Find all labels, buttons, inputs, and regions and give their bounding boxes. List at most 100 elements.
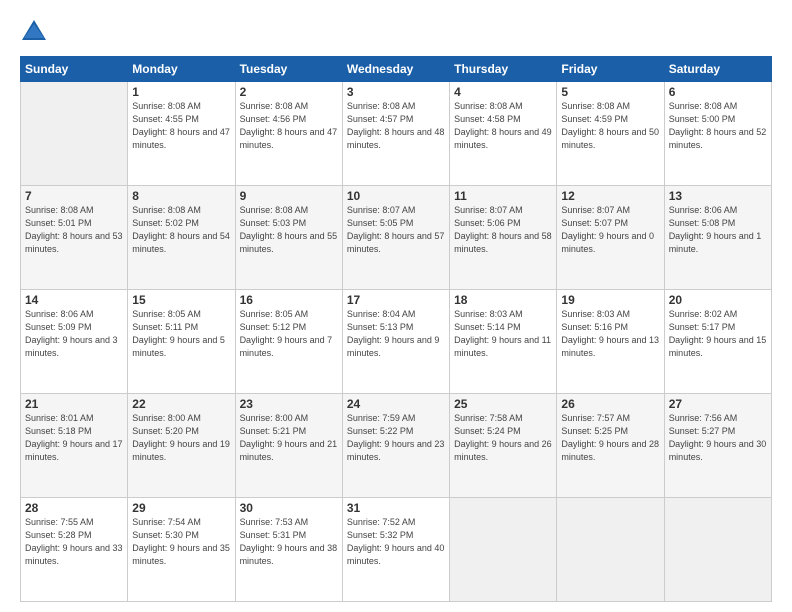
calendar-cell: 24Sunrise: 7:59 AMSunset: 5:22 PMDayligh… xyxy=(342,394,449,498)
calendar-cell: 19Sunrise: 8:03 AMSunset: 5:16 PMDayligh… xyxy=(557,290,664,394)
day-number: 31 xyxy=(347,501,445,515)
weekday-header-row: SundayMondayTuesdayWednesdayThursdayFrid… xyxy=(21,57,772,82)
calendar-cell: 5Sunrise: 8:08 AMSunset: 4:59 PMDaylight… xyxy=(557,82,664,186)
calendar-cell: 25Sunrise: 7:58 AMSunset: 5:24 PMDayligh… xyxy=(450,394,557,498)
day-info: Sunrise: 8:08 AMSunset: 4:55 PMDaylight:… xyxy=(132,100,230,152)
day-number: 30 xyxy=(240,501,338,515)
calendar-cell: 30Sunrise: 7:53 AMSunset: 5:31 PMDayligh… xyxy=(235,498,342,602)
day-info: Sunrise: 8:03 AMSunset: 5:14 PMDaylight:… xyxy=(454,308,552,360)
day-number: 22 xyxy=(132,397,230,411)
day-info: Sunrise: 8:07 AMSunset: 5:06 PMDaylight:… xyxy=(454,204,552,256)
day-info: Sunrise: 8:08 AMSunset: 4:56 PMDaylight:… xyxy=(240,100,338,152)
calendar-cell: 13Sunrise: 8:06 AMSunset: 5:08 PMDayligh… xyxy=(664,186,771,290)
calendar-cell: 29Sunrise: 7:54 AMSunset: 5:30 PMDayligh… xyxy=(128,498,235,602)
day-info: Sunrise: 8:06 AMSunset: 5:09 PMDaylight:… xyxy=(25,308,123,360)
day-number: 26 xyxy=(561,397,659,411)
day-number: 29 xyxy=(132,501,230,515)
weekday-saturday: Saturday xyxy=(664,57,771,82)
day-info: Sunrise: 8:06 AMSunset: 5:08 PMDaylight:… xyxy=(669,204,767,256)
day-info: Sunrise: 8:08 AMSunset: 4:57 PMDaylight:… xyxy=(347,100,445,152)
calendar-cell: 8Sunrise: 8:08 AMSunset: 5:02 PMDaylight… xyxy=(128,186,235,290)
calendar-cell: 31Sunrise: 7:52 AMSunset: 5:32 PMDayligh… xyxy=(342,498,449,602)
day-number: 13 xyxy=(669,189,767,203)
calendar-week-row: 28Sunrise: 7:55 AMSunset: 5:28 PMDayligh… xyxy=(21,498,772,602)
day-info: Sunrise: 8:07 AMSunset: 5:05 PMDaylight:… xyxy=(347,204,445,256)
day-number: 3 xyxy=(347,85,445,99)
day-number: 2 xyxy=(240,85,338,99)
calendar-page: SundayMondayTuesdayWednesdayThursdayFrid… xyxy=(0,0,792,612)
calendar-cell: 1Sunrise: 8:08 AMSunset: 4:55 PMDaylight… xyxy=(128,82,235,186)
calendar-cell: 22Sunrise: 8:00 AMSunset: 5:20 PMDayligh… xyxy=(128,394,235,498)
calendar-table: SundayMondayTuesdayWednesdayThursdayFrid… xyxy=(20,56,772,602)
day-number: 28 xyxy=(25,501,123,515)
day-number: 21 xyxy=(25,397,123,411)
day-info: Sunrise: 8:04 AMSunset: 5:13 PMDaylight:… xyxy=(347,308,445,360)
day-info: Sunrise: 8:08 AMSunset: 5:03 PMDaylight:… xyxy=(240,204,338,256)
day-info: Sunrise: 8:05 AMSunset: 5:11 PMDaylight:… xyxy=(132,308,230,360)
day-info: Sunrise: 7:52 AMSunset: 5:32 PMDaylight:… xyxy=(347,516,445,568)
calendar-cell: 6Sunrise: 8:08 AMSunset: 5:00 PMDaylight… xyxy=(664,82,771,186)
weekday-wednesday: Wednesday xyxy=(342,57,449,82)
calendar-cell: 17Sunrise: 8:04 AMSunset: 5:13 PMDayligh… xyxy=(342,290,449,394)
day-number: 24 xyxy=(347,397,445,411)
day-number: 6 xyxy=(669,85,767,99)
calendar-cell: 14Sunrise: 8:06 AMSunset: 5:09 PMDayligh… xyxy=(21,290,128,394)
calendar-cell: 10Sunrise: 8:07 AMSunset: 5:05 PMDayligh… xyxy=(342,186,449,290)
calendar-week-row: 1Sunrise: 8:08 AMSunset: 4:55 PMDaylight… xyxy=(21,82,772,186)
day-info: Sunrise: 8:01 AMSunset: 5:18 PMDaylight:… xyxy=(25,412,123,464)
calendar-cell: 20Sunrise: 8:02 AMSunset: 5:17 PMDayligh… xyxy=(664,290,771,394)
calendar-cell: 9Sunrise: 8:08 AMSunset: 5:03 PMDaylight… xyxy=(235,186,342,290)
calendar-cell xyxy=(450,498,557,602)
day-number: 8 xyxy=(132,189,230,203)
day-info: Sunrise: 8:07 AMSunset: 5:07 PMDaylight:… xyxy=(561,204,659,256)
calendar-cell: 23Sunrise: 8:00 AMSunset: 5:21 PMDayligh… xyxy=(235,394,342,498)
day-info: Sunrise: 8:03 AMSunset: 5:16 PMDaylight:… xyxy=(561,308,659,360)
day-number: 18 xyxy=(454,293,552,307)
calendar-cell: 27Sunrise: 7:56 AMSunset: 5:27 PMDayligh… xyxy=(664,394,771,498)
calendar-week-row: 7Sunrise: 8:08 AMSunset: 5:01 PMDaylight… xyxy=(21,186,772,290)
calendar-cell: 15Sunrise: 8:05 AMSunset: 5:11 PMDayligh… xyxy=(128,290,235,394)
day-number: 10 xyxy=(347,189,445,203)
day-number: 7 xyxy=(25,189,123,203)
weekday-tuesday: Tuesday xyxy=(235,57,342,82)
calendar-cell: 3Sunrise: 8:08 AMSunset: 4:57 PMDaylight… xyxy=(342,82,449,186)
calendar-cell: 28Sunrise: 7:55 AMSunset: 5:28 PMDayligh… xyxy=(21,498,128,602)
day-number: 23 xyxy=(240,397,338,411)
day-number: 4 xyxy=(454,85,552,99)
day-info: Sunrise: 8:08 AMSunset: 5:01 PMDaylight:… xyxy=(25,204,123,256)
calendar-week-row: 21Sunrise: 8:01 AMSunset: 5:18 PMDayligh… xyxy=(21,394,772,498)
calendar-cell: 18Sunrise: 8:03 AMSunset: 5:14 PMDayligh… xyxy=(450,290,557,394)
calendar-cell xyxy=(664,498,771,602)
calendar-cell: 11Sunrise: 8:07 AMSunset: 5:06 PMDayligh… xyxy=(450,186,557,290)
day-info: Sunrise: 7:56 AMSunset: 5:27 PMDaylight:… xyxy=(669,412,767,464)
day-info: Sunrise: 7:55 AMSunset: 5:28 PMDaylight:… xyxy=(25,516,123,568)
day-number: 19 xyxy=(561,293,659,307)
calendar-cell: 2Sunrise: 8:08 AMSunset: 4:56 PMDaylight… xyxy=(235,82,342,186)
day-number: 1 xyxy=(132,85,230,99)
calendar-cell: 12Sunrise: 8:07 AMSunset: 5:07 PMDayligh… xyxy=(557,186,664,290)
calendar-cell xyxy=(557,498,664,602)
day-info: Sunrise: 8:00 AMSunset: 5:21 PMDaylight:… xyxy=(240,412,338,464)
calendar-cell xyxy=(21,82,128,186)
calendar-week-row: 14Sunrise: 8:06 AMSunset: 5:09 PMDayligh… xyxy=(21,290,772,394)
day-number: 15 xyxy=(132,293,230,307)
day-info: Sunrise: 8:02 AMSunset: 5:17 PMDaylight:… xyxy=(669,308,767,360)
day-number: 11 xyxy=(454,189,552,203)
weekday-monday: Monday xyxy=(128,57,235,82)
calendar-cell: 26Sunrise: 7:57 AMSunset: 5:25 PMDayligh… xyxy=(557,394,664,498)
calendar-cell: 4Sunrise: 8:08 AMSunset: 4:58 PMDaylight… xyxy=(450,82,557,186)
day-info: Sunrise: 7:54 AMSunset: 5:30 PMDaylight:… xyxy=(132,516,230,568)
weekday-friday: Friday xyxy=(557,57,664,82)
weekday-thursday: Thursday xyxy=(450,57,557,82)
calendar-cell: 7Sunrise: 8:08 AMSunset: 5:01 PMDaylight… xyxy=(21,186,128,290)
day-info: Sunrise: 7:57 AMSunset: 5:25 PMDaylight:… xyxy=(561,412,659,464)
calendar-cell: 21Sunrise: 8:01 AMSunset: 5:18 PMDayligh… xyxy=(21,394,128,498)
day-number: 20 xyxy=(669,293,767,307)
day-number: 14 xyxy=(25,293,123,307)
day-info: Sunrise: 8:08 AMSunset: 5:02 PMDaylight:… xyxy=(132,204,230,256)
day-info: Sunrise: 7:53 AMSunset: 5:31 PMDaylight:… xyxy=(240,516,338,568)
calendar-cell: 16Sunrise: 8:05 AMSunset: 5:12 PMDayligh… xyxy=(235,290,342,394)
day-info: Sunrise: 8:08 AMSunset: 4:59 PMDaylight:… xyxy=(561,100,659,152)
day-number: 27 xyxy=(669,397,767,411)
day-info: Sunrise: 8:08 AMSunset: 5:00 PMDaylight:… xyxy=(669,100,767,152)
